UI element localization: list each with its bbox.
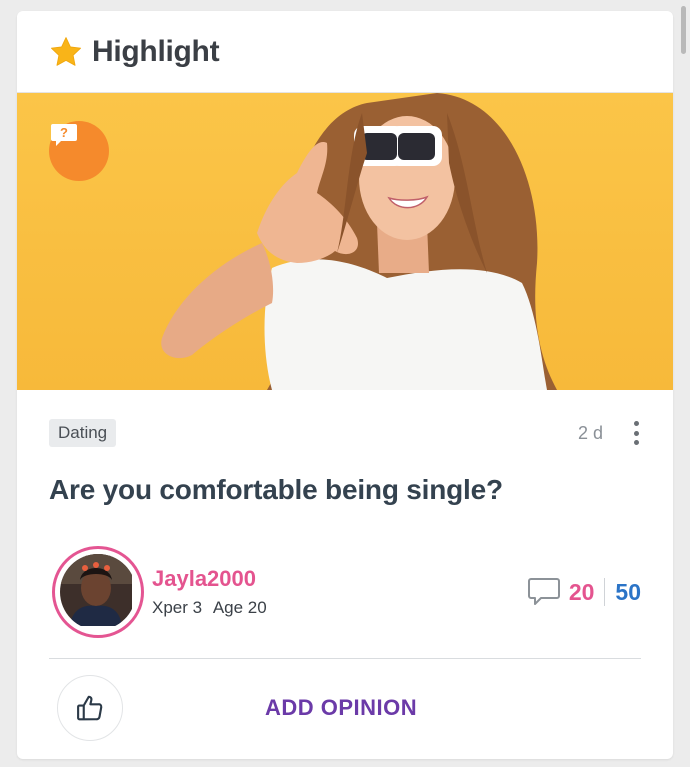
svg-text:?: ? (60, 125, 68, 140)
stats-divider (604, 578, 606, 606)
scrollbar[interactable] (681, 6, 686, 54)
question-badge: ? (49, 121, 109, 181)
author-age: Age 20 (212, 598, 267, 617)
thumbs-up-icon (77, 695, 103, 721)
divider (49, 658, 641, 659)
author-meta: Xper 3 Age 20 (152, 598, 267, 618)
post-age: 2 d (577, 422, 603, 443)
highlight-card: Highlight ? Dating 2 d Are you comfortab… (17, 11, 673, 759)
hero-image[interactable]: ? (17, 93, 673, 390)
avatar-photo (60, 554, 132, 626)
action-row: ADD OPINION (57, 673, 641, 743)
meta-row: Dating 2 d (49, 419, 641, 447)
like-button[interactable] (57, 675, 123, 741)
avatar[interactable] (52, 546, 144, 638)
author-username[interactable]: Jayla2000 (152, 566, 267, 592)
card-header: Highlight (17, 11, 673, 93)
vote-count: 50 (615, 578, 641, 605)
comment-icon (527, 578, 560, 605)
opinion-count: 20 (568, 578, 595, 605)
post-stats: 20 50 (527, 577, 641, 607)
author-row: Jayla2000 Xper 3 Age 20 20 50 (52, 546, 641, 638)
question-title[interactable]: Are you comfortable being single? (49, 474, 641, 506)
category-tag[interactable]: Dating (49, 419, 117, 447)
author-info: Jayla2000 Xper 3 Age 20 (152, 566, 267, 618)
author-xper: Xper 3 (152, 598, 203, 617)
star-icon (50, 36, 82, 66)
header-title: Highlight (92, 34, 220, 68)
hero-photo (161, 93, 557, 390)
question-bubble-icon: ? (51, 124, 77, 146)
add-opinion-button[interactable]: ADD OPINION (265, 695, 417, 721)
more-options-icon[interactable] (631, 421, 641, 445)
